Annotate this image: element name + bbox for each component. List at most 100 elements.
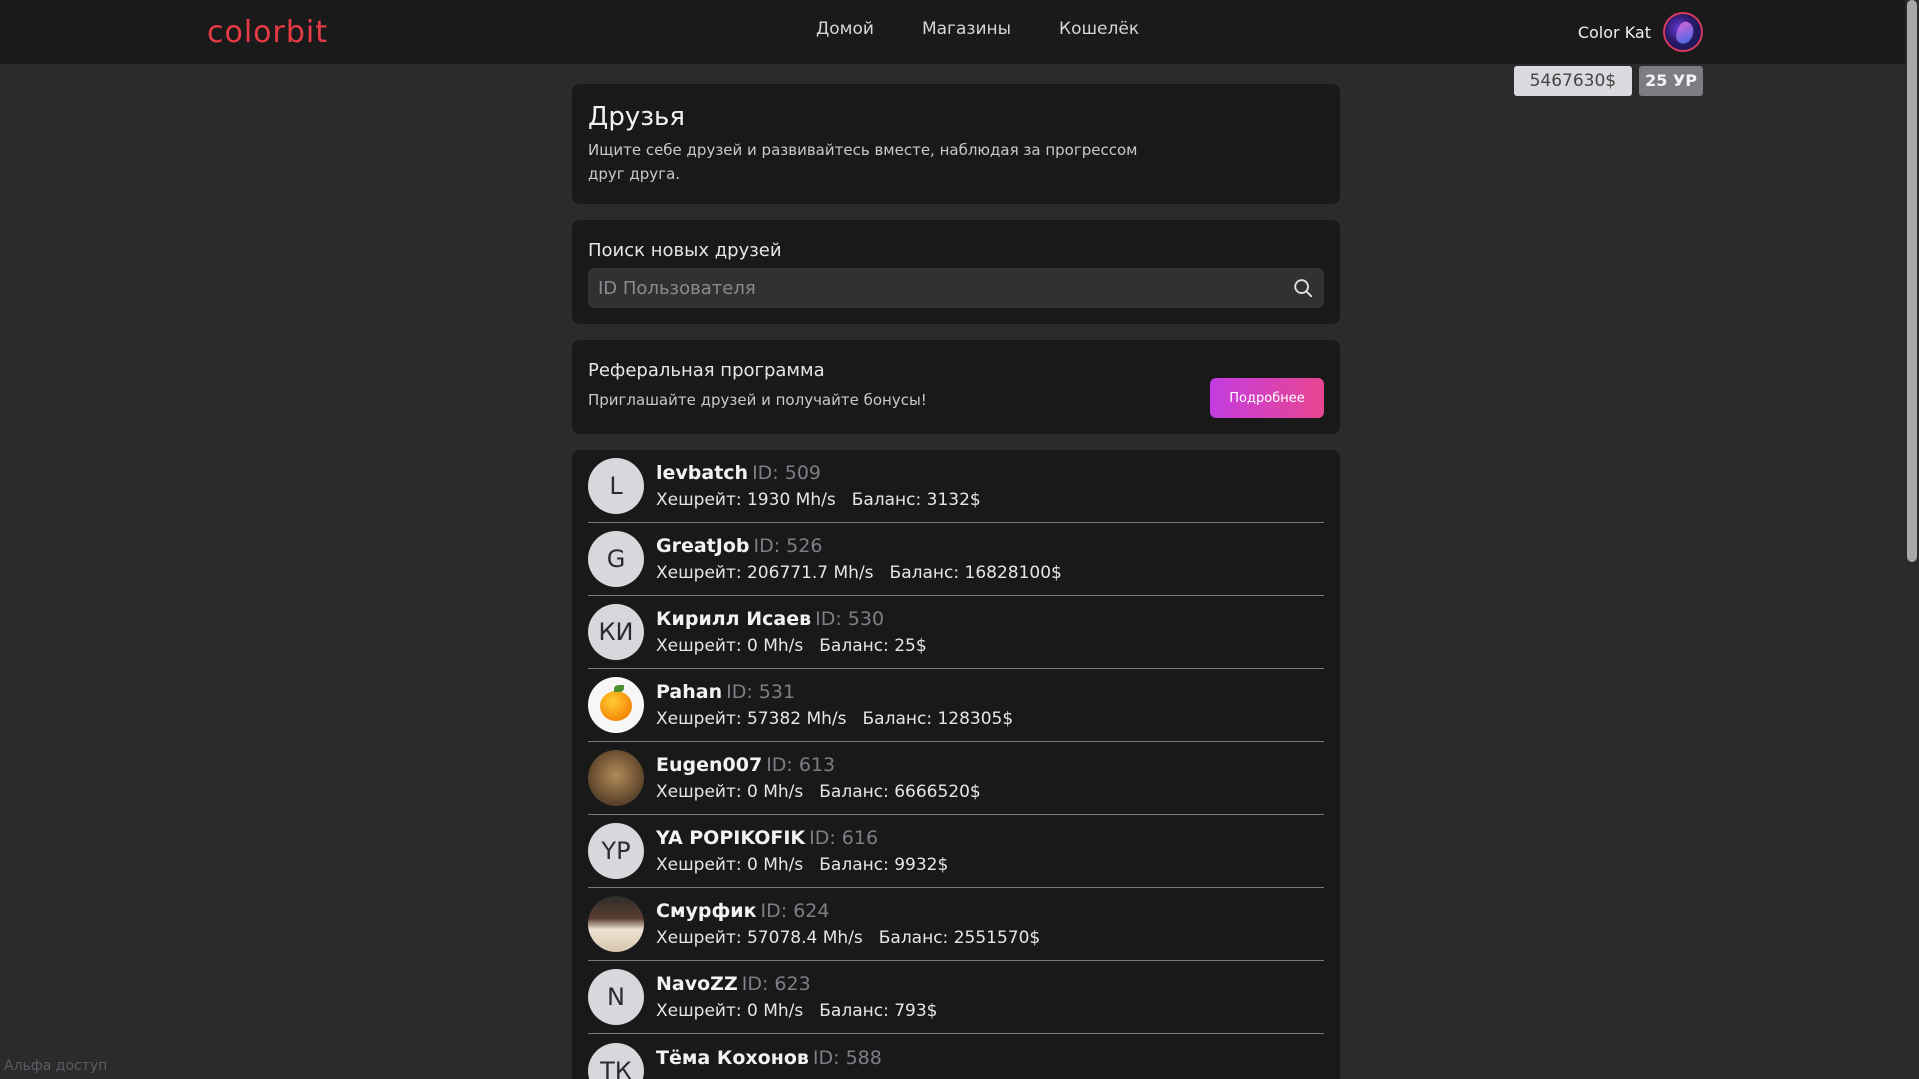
- list-item[interactable]: ТК Тёма Кохонов ID: 588: [588, 1034, 1324, 1079]
- list-item[interactable]: КИ Кирилл Исаев ID: 530 Хешрейт: 0 Mh/s Ба…: [588, 596, 1324, 669]
- friend-stats: Хешрейт: 1930 Mh/s Баланс: 3132$: [656, 490, 981, 510]
- friend-name[interactable]: GreatJob: [656, 535, 749, 557]
- list-item[interactable]: L levbatch ID: 509 Хешрейт: 1930 Mh/s Бала…: [588, 450, 1324, 523]
- friend-id: ID: 613: [766, 754, 836, 776]
- avatar: YP: [588, 823, 644, 879]
- friend-title: GreatJob ID: 526: [656, 535, 1062, 557]
- search-box: [588, 268, 1324, 308]
- friend-stats: Хешрейт: 57078.4 Mh/s Баланс: 2551570$: [656, 928, 1040, 948]
- friend-stats: Хешрейт: 0 Mh/s Баланс: 25$: [656, 636, 927, 656]
- logo-text: colorbit: [207, 14, 329, 50]
- friend-title: levbatch ID: 509: [656, 462, 981, 484]
- user-menu[interactable]: Color Kat: [1578, 12, 1703, 52]
- friend-hashrate: Хешрейт: 0 Mh/s: [656, 1001, 804, 1021]
- avatar: [588, 750, 644, 806]
- main-nav: Домой Магазины Кошелёк: [816, 19, 1139, 39]
- friend-info: Тёма Кохонов ID: 588: [656, 1047, 882, 1079]
- friend-info: GreatJob ID: 526 Хешрейт: 206771.7 Mh/s Ба…: [656, 535, 1062, 583]
- friend-balance: Баланс: 3132$: [851, 490, 981, 510]
- balance-badge: 5467630$: [1513, 66, 1633, 96]
- friend-stats: Хешрейт: 0 Mh/s Баланс: 6666520$: [656, 782, 981, 802]
- search-input[interactable]: [598, 277, 1292, 299]
- nav-shops[interactable]: Магазины: [922, 19, 1011, 39]
- friend-balance: Баланс: 2551570$: [878, 928, 1041, 948]
- friend-balance: Баланс: 6666520$: [819, 782, 981, 802]
- friend-title: Смурфик ID: 624: [656, 900, 1040, 922]
- friend-stats: Хешрейт: 57382 Mh/s Баланс: 128305$: [656, 709, 1013, 729]
- friend-name[interactable]: Eugen007: [656, 754, 762, 776]
- friend-title: Тёма Кохонов ID: 588: [656, 1047, 882, 1069]
- friend-id: ID: 624: [760, 900, 830, 922]
- level-badge: 25 УР: [1639, 66, 1703, 96]
- friend-balance: Баланс: 9932$: [819, 855, 949, 875]
- list-item[interactable]: Pahan ID: 531 Хешрейт: 57382 Mh/s Баланс: …: [588, 669, 1324, 742]
- referral-card: Реферальная программа Приглашайте друзей…: [572, 340, 1340, 434]
- friend-id: ID: 530: [815, 608, 885, 630]
- friend-name[interactable]: Тёма Кохонов: [656, 1047, 809, 1069]
- friend-info: NavoZZ ID: 623 Хешрейт: 0 Mh/s Баланс: 793…: [656, 973, 937, 1021]
- friend-stats: [656, 1075, 882, 1079]
- avatar: ТК: [588, 1042, 644, 1079]
- friend-name[interactable]: Кирилл Исаев: [656, 608, 811, 630]
- friend-hashrate: Хешрейт: 57078.4 Mh/s: [656, 928, 863, 948]
- logo[interactable]: colorbit: [207, 12, 328, 52]
- nav-home[interactable]: Домой: [816, 19, 874, 39]
- friend-title: Pahan ID: 531: [656, 681, 1013, 703]
- nav-wallet[interactable]: Кошелёк: [1059, 19, 1139, 39]
- friend-stats: Хешрейт: 206771.7 Mh/s Баланс: 16828100$: [656, 563, 1062, 583]
- search-icon[interactable]: [1292, 277, 1314, 299]
- friend-id: ID: 616: [809, 827, 879, 849]
- friend-hashrate: Хешрейт: 1930 Mh/s: [656, 490, 836, 510]
- friend-title: Кирилл Исаев ID: 530: [656, 608, 927, 630]
- friend-info: Кирилл Исаев ID: 530 Хешрейт: 0 Mh/s Балан…: [656, 608, 927, 656]
- list-item[interactable]: Eugen007 ID: 613 Хешрейт: 0 Mh/s Баланс: 6…: [588, 742, 1324, 815]
- referral-more-button[interactable]: Подробнее: [1210, 378, 1324, 418]
- top-navbar: colorbit Домой Магазины Кошелёк Color Ka…: [0, 0, 1919, 64]
- friend-id: ID: 526: [753, 535, 823, 557]
- page-description: Ищите себе друзей и развивайтесь вместе,…: [588, 141, 1138, 183]
- search-label: Поиск новых друзей: [588, 240, 782, 261]
- page-title: Друзья: [588, 102, 685, 132]
- friend-id: ID: 588: [812, 1046, 882, 1069]
- friend-name[interactable]: NavoZZ: [656, 973, 738, 995]
- friend-name[interactable]: levbatch: [656, 462, 748, 484]
- friend-id: ID: 509: [752, 462, 822, 484]
- friend-title: Eugen007 ID: 613: [656, 754, 981, 776]
- list-item[interactable]: N NavoZZ ID: 623 Хешрейт: 0 Mh/s Баланс: 7…: [588, 961, 1324, 1034]
- friend-balance: Баланс: 16828100$: [889, 563, 1062, 583]
- friend-name[interactable]: Смурфик: [656, 900, 757, 922]
- friend-hashrate: Хешрейт: 0 Mh/s: [656, 636, 804, 656]
- search-card: Поиск новых друзей: [572, 220, 1340, 324]
- page: colorbit Домой Магазины Кошелёк Color Ka…: [0, 0, 1919, 1079]
- friend-stats: Хешрейт: 0 Mh/s Баланс: 9932$: [656, 855, 948, 875]
- friend-title: NavoZZ ID: 623: [656, 973, 937, 995]
- avatar: КИ: [588, 604, 644, 660]
- friend-balance: Баланс: 25$: [819, 636, 927, 656]
- scrollbar-thumb[interactable]: [1907, 0, 1917, 562]
- list-item[interactable]: YP YA POPIKOFIK ID: 616 Хешрейт: 0 Mh/s Ба…: [588, 815, 1324, 888]
- friend-hashrate: Хешрейт: 206771.7 Mh/s: [656, 563, 874, 583]
- alpha-access-label: Альфа доступ: [4, 1058, 108, 1074]
- friend-hashrate: Хешрейт: 0 Mh/s: [656, 782, 804, 802]
- friend-info: levbatch ID: 509 Хешрейт: 1930 Mh/s Баланс…: [656, 462, 981, 510]
- friend-balance: Баланс: 793$: [819, 1001, 938, 1021]
- friend-info: Pahan ID: 531 Хешрейт: 57382 Mh/s Баланс: …: [656, 681, 1013, 729]
- friend-id: ID: 531: [726, 681, 796, 703]
- friend-name[interactable]: YA POPIKOFIK: [656, 827, 805, 849]
- friend-hashrate: Хешрейт: 57382 Mh/s: [656, 709, 847, 729]
- avatar: [588, 896, 644, 952]
- avatar: N: [588, 969, 644, 1025]
- user-avatar[interactable]: [1663, 12, 1703, 52]
- friends-list: L levbatch ID: 509 Хешрейт: 1930 Mh/s Бала…: [572, 450, 1340, 1079]
- user-name[interactable]: Color Kat: [1578, 23, 1651, 42]
- friend-info: YA POPIKOFIK ID: 616 Хешрейт: 0 Mh/s Балан…: [656, 827, 948, 875]
- avatar: [588, 677, 644, 733]
- friend-hashrate: Хешрейт: 0 Mh/s: [656, 855, 804, 875]
- friend-info: Смурфик ID: 624 Хешрейт: 57078.4 Mh/s Бала…: [656, 900, 1040, 948]
- friend-name[interactable]: Pahan: [656, 681, 722, 703]
- avatar: G: [588, 531, 644, 587]
- scrollbar[interactable]: [1905, 0, 1919, 1079]
- list-item[interactable]: G GreatJob ID: 526 Хешрейт: 206771.7 Mh/s…: [588, 523, 1324, 596]
- list-item[interactable]: Смурфик ID: 624 Хешрейт: 57078.4 Mh/s Бала…: [588, 888, 1324, 961]
- avatar: L: [588, 458, 644, 514]
